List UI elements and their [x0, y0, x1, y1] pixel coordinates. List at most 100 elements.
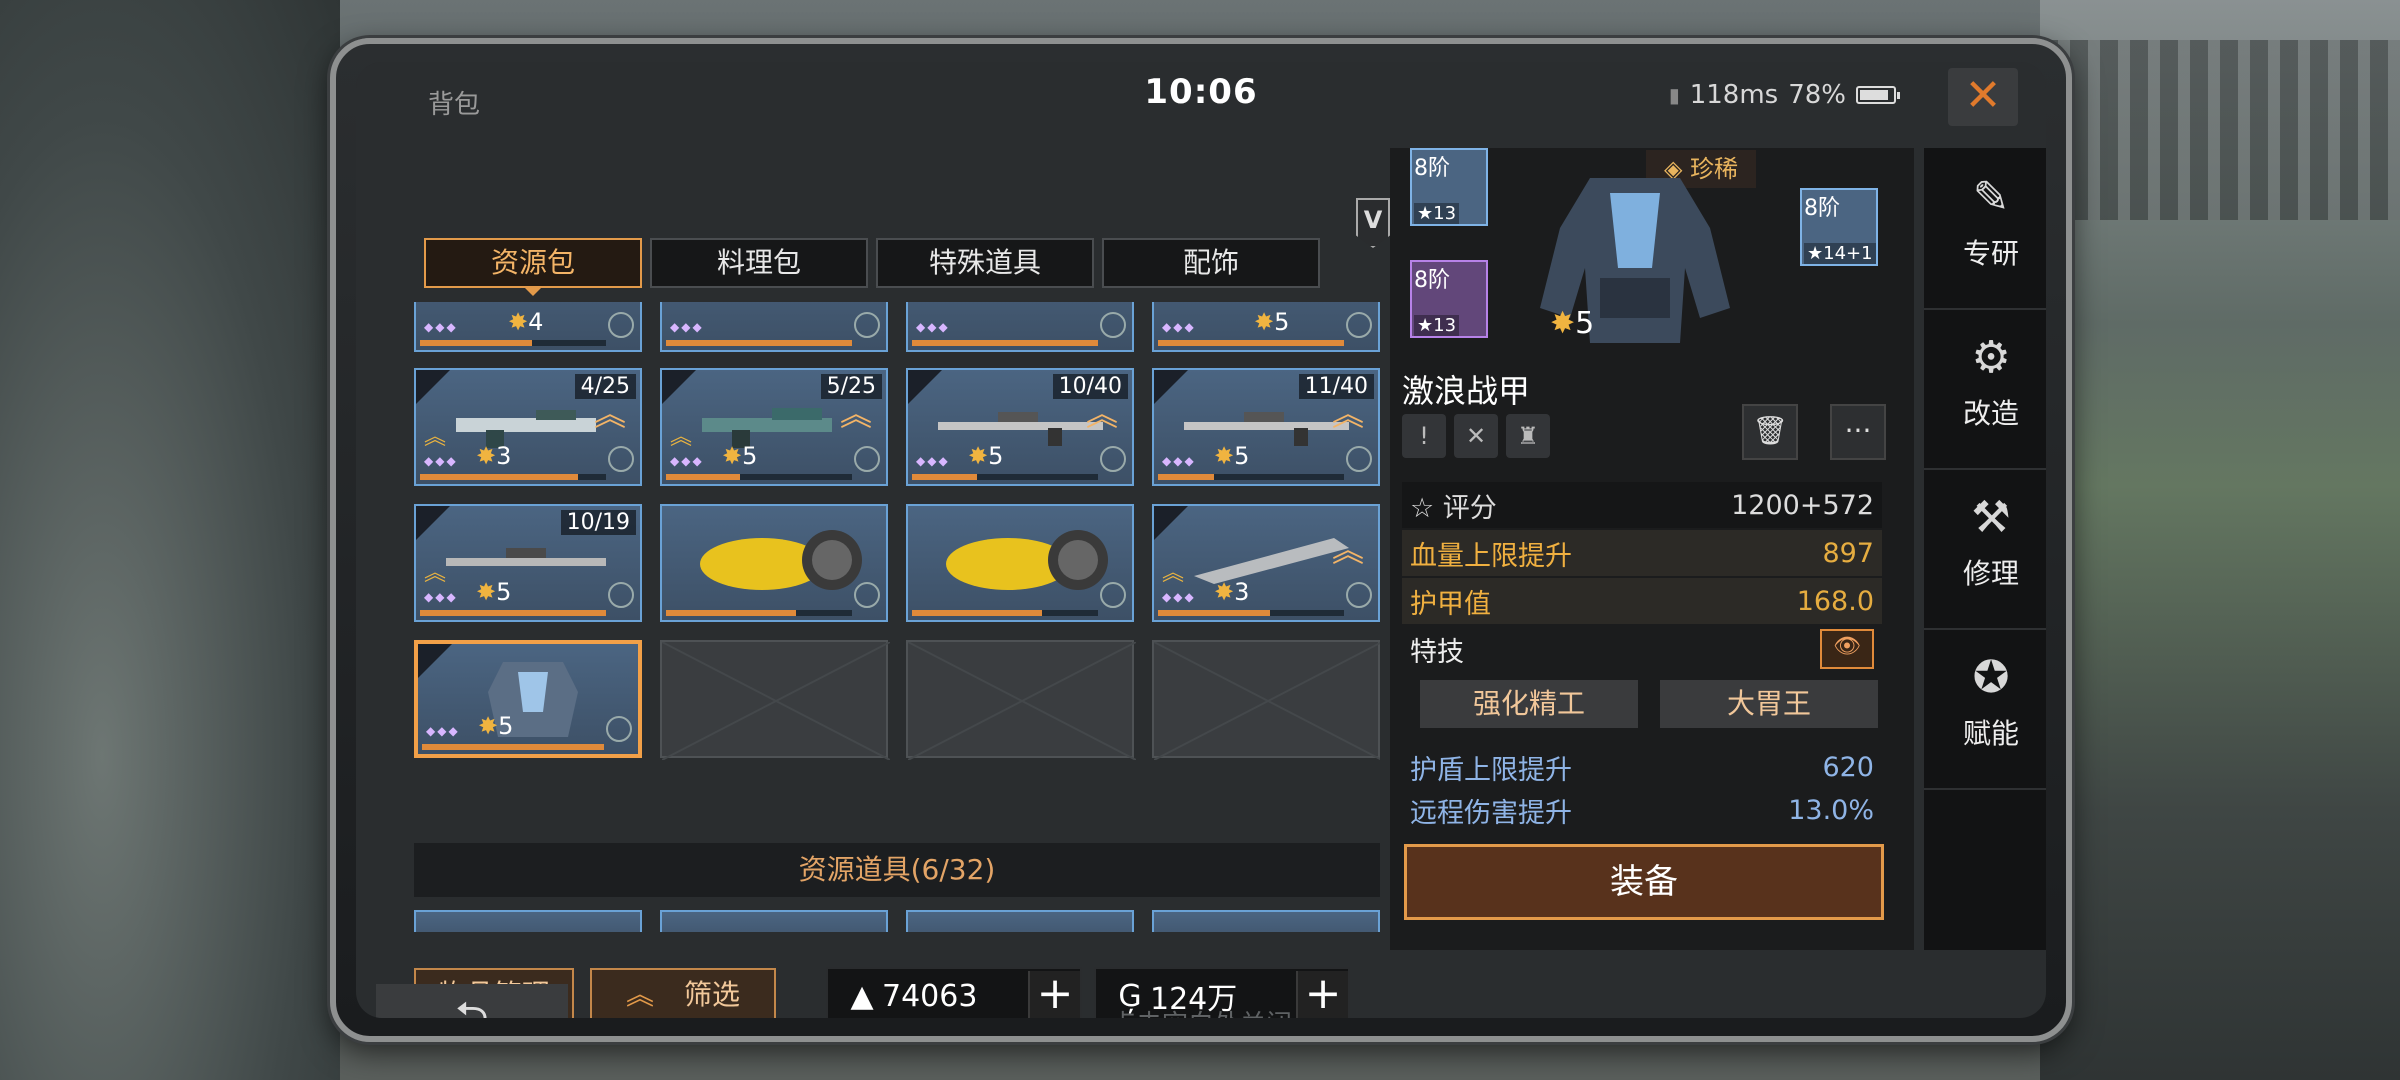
- chip-tier: 8阶: [1804, 196, 1840, 221]
- durability-bar: [1158, 474, 1344, 480]
- stat-row: 护甲值 168.0: [1402, 578, 1882, 624]
- drill-gadget-icon: [700, 530, 862, 590]
- delete-button[interactable]: 🗑: [1742, 404, 1798, 460]
- background-fence: [2040, 40, 2400, 220]
- tier-corner: [908, 370, 942, 404]
- type-icon: [854, 446, 880, 472]
- upgrade-available-icon: ︽: [1331, 395, 1364, 433]
- tier-corner: [418, 644, 452, 678]
- stat-label: 护甲值: [1410, 588, 1491, 620]
- side-menu: ✎ 专研 ⚙ 改造 ⚒ 修理 ✪ 赋能: [1924, 148, 2046, 950]
- rarity-dots: ◆◆◆: [916, 320, 950, 334]
- side-item-label: 改造: [1962, 397, 2019, 430]
- skill-tag[interactable]: 强化精工: [1420, 680, 1638, 728]
- item-card[interactable]: 10/40 ︽ ✸5 ◆◆◆: [906, 368, 1134, 486]
- eye-icon[interactable]: 👁: [1820, 629, 1874, 669]
- section-header: 资源道具(6/32): [414, 843, 1380, 897]
- system-status: ▮ 118ms 78%: [1669, 80, 1900, 110]
- item-card[interactable]: [906, 504, 1134, 622]
- side-item-repair[interactable]: ⚒ 修理: [1924, 468, 2046, 630]
- stat-label: 血量上限提升: [1410, 540, 1572, 572]
- drill-gadget-icon: [946, 530, 1108, 590]
- stat-value: 620: [1822, 751, 1874, 783]
- durability-bar: [912, 474, 1098, 480]
- empty-slot: [906, 640, 1136, 760]
- type-icon: [854, 312, 880, 338]
- tab-food-pack[interactable]: 料理包: [650, 238, 868, 288]
- durability-bar: [420, 474, 606, 480]
- rifle-icon: [702, 408, 832, 448]
- item-card[interactable]: ◆◆◆: [660, 302, 888, 352]
- device-frame: 背包 10:06 ▮ 118ms 78% ✕ V 资源包 料理包 特殊道具 配饰: [330, 38, 2072, 1042]
- durability-bar: [666, 340, 852, 346]
- stat-value: 13.0%: [1788, 794, 1874, 826]
- item-card[interactable]: 10/19 ︽ ✸5 ◆◆◆: [414, 504, 642, 622]
- rarity-dots: ◆◆◆: [916, 454, 950, 468]
- skill-label: 特技: [1410, 636, 1464, 668]
- chip-stars: ★13: [1414, 315, 1460, 336]
- type-icon: [1100, 582, 1126, 608]
- mod-chip[interactable]: 8阶 ★13: [1410, 260, 1488, 338]
- durability-bar: [1158, 610, 1344, 616]
- vip-badge[interactable]: V: [1356, 198, 1390, 248]
- upgrade-icon: ︽: [1162, 561, 1185, 586]
- type-icon: [608, 582, 634, 608]
- item-card[interactable]: [1152, 910, 1380, 932]
- inventory-panel: V 资源包 料理包 特殊道具 配饰 ✸4 ◆◆◆ ◆◆◆ ◆◆◆ ✸5 ◆◆◆ …: [376, 130, 1390, 1018]
- battery-icon: [1856, 86, 1900, 104]
- background-left: [0, 0, 340, 1080]
- alert-icon[interactable]: !: [1402, 414, 1446, 458]
- rarity-dots: ◆◆◆: [670, 454, 704, 468]
- durability-bar: [912, 610, 1098, 616]
- item-card[interactable]: ︽ ︽ ✸3 ◆◆◆: [1152, 504, 1380, 622]
- item-name: 激浪战甲: [1402, 372, 1531, 410]
- tab-resource-pack[interactable]: 资源包: [424, 238, 642, 296]
- item-card[interactable]: [414, 910, 642, 932]
- tab-accessories[interactable]: 配饰: [1102, 238, 1320, 288]
- item-card-selected[interactable]: ✸5 ◆◆◆: [414, 640, 642, 758]
- item-level: ✸5: [968, 442, 1004, 470]
- item-card[interactable]: 11/40 ︽ ✸5 ◆◆◆: [1152, 368, 1380, 486]
- side-item-label: 赋能: [1962, 717, 2019, 750]
- item-count: 10/19: [560, 510, 636, 535]
- durability-bar: [1158, 340, 1344, 346]
- empty-slot-pattern: [908, 642, 1136, 760]
- mod-chip[interactable]: 8阶 ★13: [1410, 148, 1488, 226]
- side-item-modify[interactable]: ⚙ 改造: [1924, 308, 2046, 470]
- skill-row: 特技 👁: [1402, 626, 1882, 672]
- battery-percent: 78%: [1788, 80, 1846, 110]
- type-icon: [1346, 582, 1372, 608]
- equip-button[interactable]: 装备: [1404, 844, 1884, 920]
- item-level: ✸5: [1214, 442, 1250, 470]
- close-button[interactable]: ✕: [1948, 68, 2018, 126]
- type-icon: [1346, 312, 1372, 338]
- item-card[interactable]: 4/25 ︽ ︽ ✸3 ◆◆◆: [414, 368, 642, 486]
- empower-gear-icon: ✪: [1972, 652, 2010, 703]
- item-card[interactable]: [906, 910, 1134, 932]
- side-item-empower[interactable]: ✪ 赋能: [1924, 628, 2046, 790]
- mod-chip[interactable]: 8阶 ★14+1: [1800, 188, 1878, 266]
- item-card[interactable]: ✸5 ◆◆◆: [1152, 302, 1380, 352]
- rarity-dots: ◆◆◆: [670, 320, 704, 334]
- more-button[interactable]: ···: [1830, 404, 1886, 460]
- stat-row: 血量上限提升 897: [1402, 530, 1882, 576]
- tab-special-items[interactable]: 特殊道具: [876, 238, 1094, 288]
- skill-tag[interactable]: 大胃王: [1660, 680, 1878, 728]
- side-item-research[interactable]: ✎ 专研: [1924, 148, 2046, 310]
- wrench-icon: ⚙: [1971, 332, 2011, 383]
- item-card[interactable]: ◆◆◆: [906, 302, 1134, 352]
- type-icon: [1100, 312, 1126, 338]
- upgrade-available-icon: ︽: [839, 395, 872, 433]
- chip-stars: ★14+1: [1804, 243, 1876, 264]
- rarity-dots: ◆◆◆: [1162, 454, 1196, 468]
- score-value: 1200+572: [1731, 489, 1874, 521]
- item-level: ✸5: [478, 712, 514, 740]
- item-card[interactable]: [660, 910, 888, 932]
- upgrade-icon: ︽: [424, 425, 447, 450]
- chip-stars: ★13: [1414, 203, 1460, 224]
- robot-icon[interactable]: ♜: [1506, 414, 1550, 458]
- cross-tools-icon[interactable]: ✕: [1454, 414, 1498, 458]
- item-card[interactable]: [660, 504, 888, 622]
- item-card[interactable]: ✸4 ◆◆◆: [414, 302, 642, 352]
- item-card[interactable]: 5/25 ︽ ︽ ✸5 ◆◆◆: [660, 368, 888, 486]
